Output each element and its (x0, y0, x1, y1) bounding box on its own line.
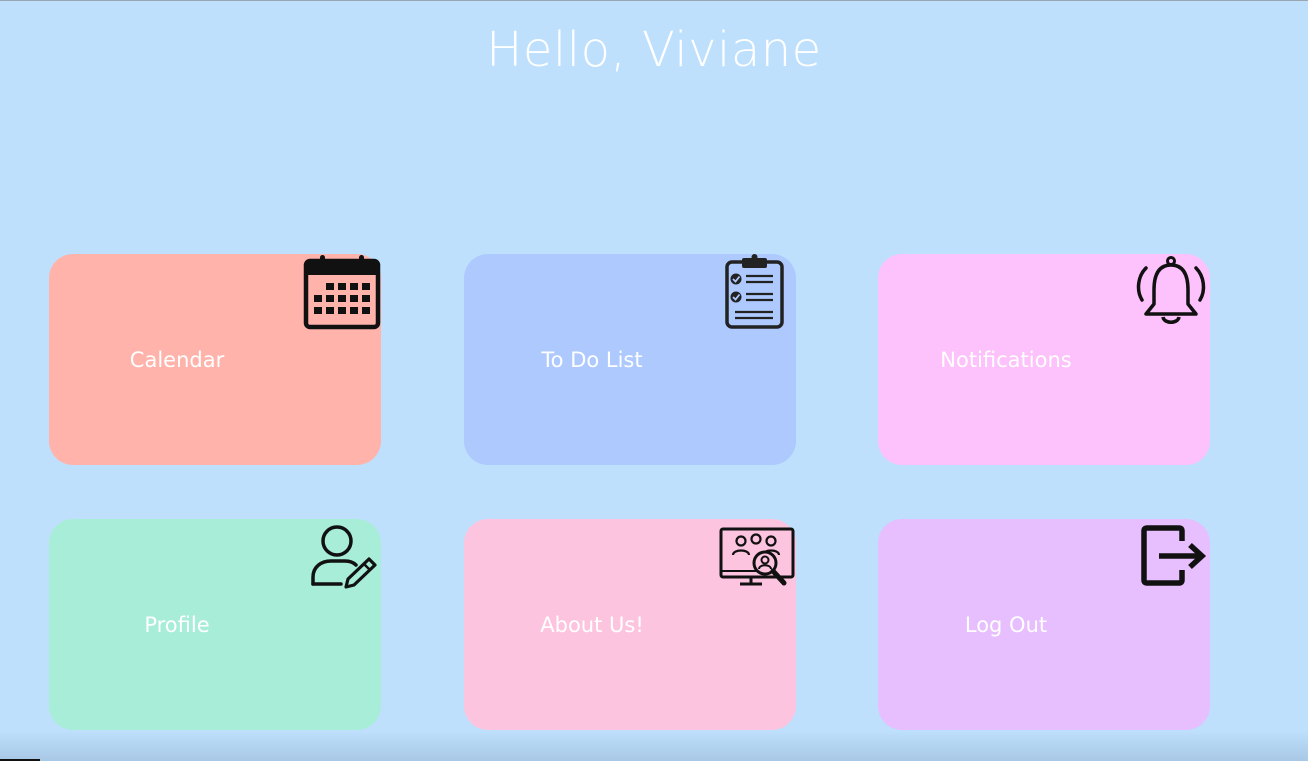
profile-tile[interactable]: Profile (49, 519, 381, 730)
user-edit-icon (303, 519, 381, 597)
log-out-tile-label: Log Out (964, 613, 1048, 637)
window-top-border (0, 0, 1308, 1)
team-search-icon (718, 519, 796, 597)
about-us-tile[interactable]: About Us! (464, 519, 796, 730)
notifications-tile-label: Notifications (940, 348, 1072, 372)
notifications-tile[interactable]: Notifications (878, 254, 1210, 465)
bottom-shadow (0, 731, 1308, 761)
calendar-tile[interactable]: Calendar (49, 254, 381, 465)
logout-icon (1132, 519, 1210, 597)
about-us-tile-label: About Us! (540, 613, 644, 637)
greeting-heading: Hello, Viviane (486, 22, 822, 78)
todo-list-tile[interactable]: To Do List (464, 254, 796, 465)
bell-icon (1132, 254, 1210, 332)
clipboard-checklist-icon (718, 254, 796, 332)
profile-tile-label: Profile (144, 613, 210, 637)
todo-list-tile-label: To Do List (541, 348, 643, 372)
calendar-icon (303, 254, 381, 332)
calendar-tile-label: Calendar (129, 348, 225, 372)
log-out-tile[interactable]: Log Out (878, 519, 1210, 730)
